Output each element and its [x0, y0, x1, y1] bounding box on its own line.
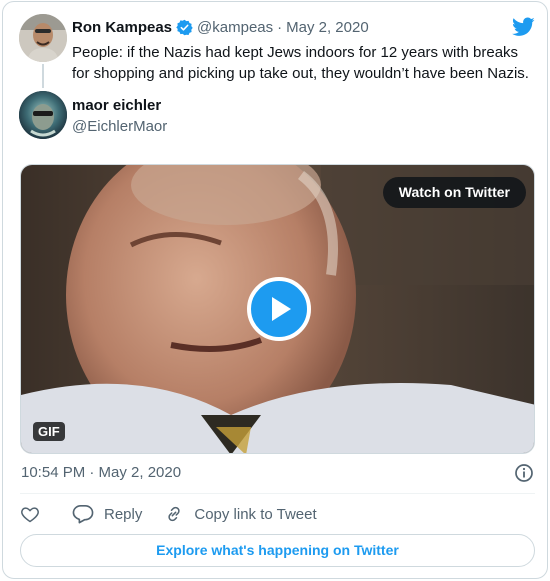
verified-badge-icon [176, 19, 193, 36]
link-icon [168, 506, 180, 522]
divider [20, 493, 535, 494]
quoted-tweet-header: Ron Kampeas @kampeas · May 2, 2020 [72, 19, 369, 36]
play-icon [272, 297, 291, 321]
explore-twitter-button[interactable]: Explore what's happening on Twitter [20, 534, 535, 567]
reply-button[interactable]: Reply [72, 504, 142, 524]
quoted-tweet-text: People: if the Nazis had kept Jews indoo… [72, 44, 529, 82]
quoted-author-handle[interactable]: @kampeas [197, 19, 273, 36]
info-icon[interactable] [514, 463, 534, 483]
gif-badge: GIF [33, 422, 65, 441]
author-handle[interactable]: @EichlerMaor [72, 118, 167, 135]
action-bar: Reply Copy link to Tweet [20, 502, 317, 526]
reply-label: Reply [104, 505, 143, 523]
copy-link-label: Copy link to Tweet [194, 505, 317, 523]
watch-on-twitter-button[interactable]: Watch on Twitter [382, 177, 526, 208]
copy-link-button[interactable]: Copy link to Tweet [164, 504, 317, 524]
thread-connector [42, 64, 44, 88]
tweet-timestamp[interactable]: 10:54 PM · May 2, 2020 [21, 464, 181, 481]
header-separator: · [277, 19, 283, 36]
reply-icon [72, 505, 94, 524]
play-button[interactable] [247, 277, 311, 341]
twitter-bird-icon[interactable] [512, 17, 535, 37]
tweet-embed-card: Ron Kampeas @kampeas · May 2, 2020 Peopl… [2, 1, 548, 579]
quoted-tweet-date[interactable]: May 2, 2020 [286, 19, 369, 36]
author-avatar[interactable] [19, 91, 67, 139]
heart-icon [21, 507, 39, 523]
author-name[interactable]: maor eichler [72, 97, 161, 114]
quoted-author-avatar[interactable] [19, 14, 67, 62]
like-button[interactable] [20, 504, 40, 524]
gif-media[interactable]: Watch on Twitter GIF [20, 164, 535, 454]
quoted-author-name[interactable]: Ron Kampeas [72, 19, 172, 36]
